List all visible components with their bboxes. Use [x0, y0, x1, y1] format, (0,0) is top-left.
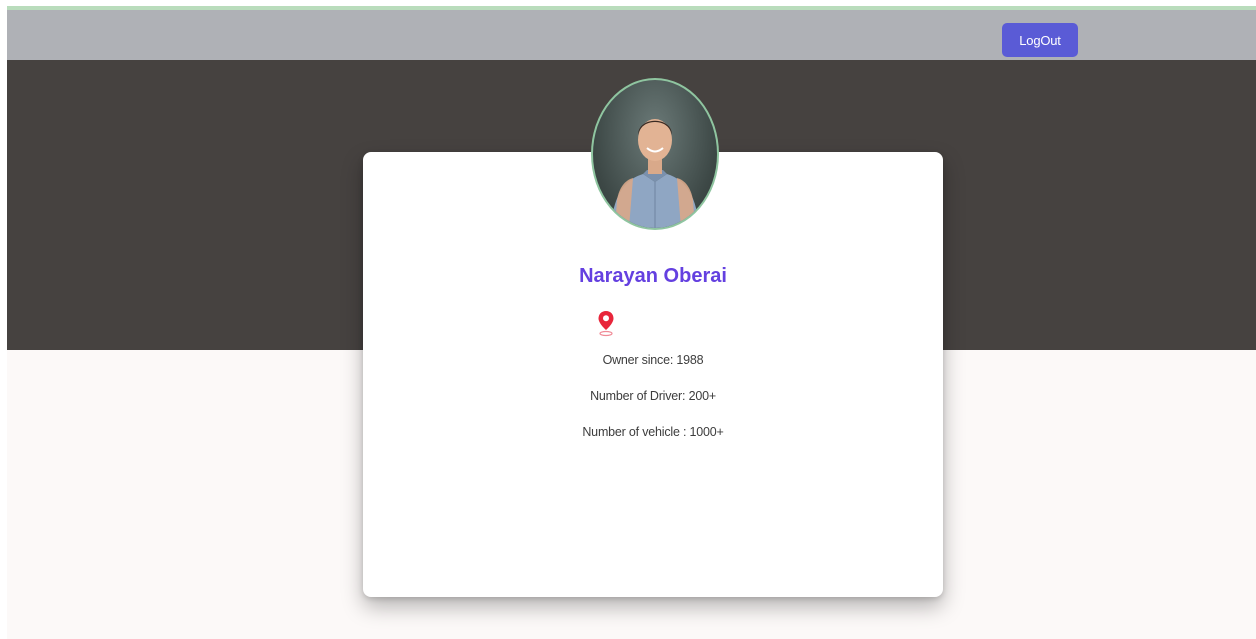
profile-name: Narayan Oberai: [579, 265, 727, 287]
driver-count-text: Number of Driver: 200+: [590, 389, 716, 403]
owner-since-text: Owner since: 1988: [602, 353, 704, 367]
avatar-photo-icon: [611, 119, 699, 228]
vehicle-count-text: Number of vehicle : 1000+: [582, 425, 724, 439]
app-window: LogOut Narayan Oberai Owner since: 1988 …: [7, 6, 1256, 639]
location-pin-icon: [597, 310, 615, 338]
logout-button[interactable]: LogOut: [1002, 23, 1078, 57]
avatar: [591, 78, 719, 230]
navbar: LogOut: [7, 10, 1256, 60]
